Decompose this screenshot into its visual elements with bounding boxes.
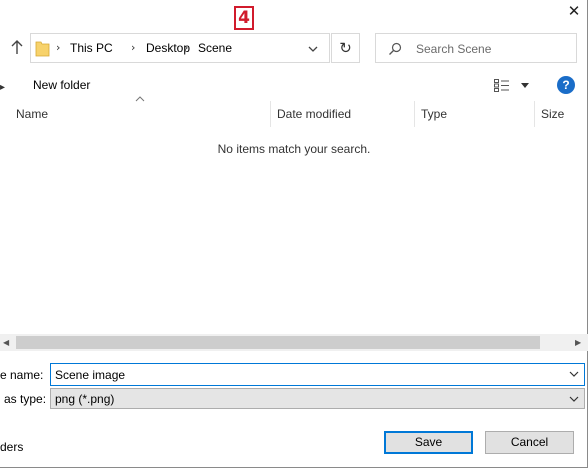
breadcrumb-this-pc[interactable]: This PC bbox=[70, 41, 113, 55]
chevron-down-icon[interactable] bbox=[569, 395, 579, 403]
search-input[interactable] bbox=[416, 40, 566, 58]
breadcrumb-scene[interactable]: Scene bbox=[198, 41, 232, 55]
chevron-down-icon[interactable] bbox=[569, 370, 579, 378]
column-header-name[interactable]: Name bbox=[16, 107, 48, 121]
left-edge-marker: ▸ bbox=[0, 82, 6, 93]
scroll-left-icon[interactable]: ◀ bbox=[3, 338, 9, 347]
refresh-icon[interactable]: ↻ bbox=[331, 33, 360, 63]
arrow-up-icon[interactable] bbox=[8, 38, 26, 56]
save-button[interactable]: Save bbox=[384, 431, 473, 454]
scrollbar-thumb[interactable] bbox=[16, 336, 540, 349]
save-as-type-label: as type: bbox=[4, 392, 47, 406]
column-divider[interactable] bbox=[534, 101, 535, 127]
file-name-label: e name: bbox=[0, 368, 44, 382]
column-divider[interactable] bbox=[414, 101, 415, 127]
new-folder-button[interactable]: New folder bbox=[33, 78, 90, 92]
column-divider[interactable] bbox=[270, 101, 271, 127]
search-box[interactable] bbox=[375, 33, 577, 63]
column-header-size[interactable]: Size bbox=[541, 107, 564, 121]
search-icon bbox=[389, 42, 402, 55]
address-bar[interactable]: › This PC › Desktop › Scene bbox=[30, 33, 330, 63]
chevron-down-icon[interactable] bbox=[307, 43, 319, 55]
breadcrumb-separator: › bbox=[184, 41, 189, 54]
save-as-type-value: png (*.png) bbox=[55, 392, 115, 406]
empty-results-message: No items match your search. bbox=[217, 142, 371, 156]
sort-ascending-icon bbox=[135, 96, 145, 102]
hide-folders-toggle[interactable]: ders bbox=[0, 440, 23, 454]
scroll-right-icon[interactable]: ▶ bbox=[575, 338, 581, 347]
chevron-down-icon[interactable] bbox=[520, 82, 530, 90]
step-badge: 4 bbox=[234, 6, 254, 30]
column-header-type[interactable]: Type bbox=[421, 107, 447, 121]
breadcrumb-separator: › bbox=[56, 41, 61, 54]
help-icon[interactable]: ? bbox=[557, 76, 575, 94]
save-as-type-select[interactable]: png (*.png) bbox=[50, 388, 585, 409]
column-header-date-modified[interactable]: Date modified bbox=[277, 107, 351, 121]
file-name-input[interactable] bbox=[55, 366, 555, 383]
view-options-icon[interactable] bbox=[494, 79, 510, 92]
file-name-field[interactable] bbox=[50, 363, 585, 386]
close-icon[interactable]: ✕ bbox=[565, 2, 583, 20]
cancel-button[interactable]: Cancel bbox=[485, 431, 574, 454]
breadcrumb-separator: › bbox=[131, 41, 136, 54]
horizontal-scrollbar[interactable]: ◀ ▶ bbox=[0, 334, 588, 351]
folder-icon bbox=[35, 41, 50, 57]
